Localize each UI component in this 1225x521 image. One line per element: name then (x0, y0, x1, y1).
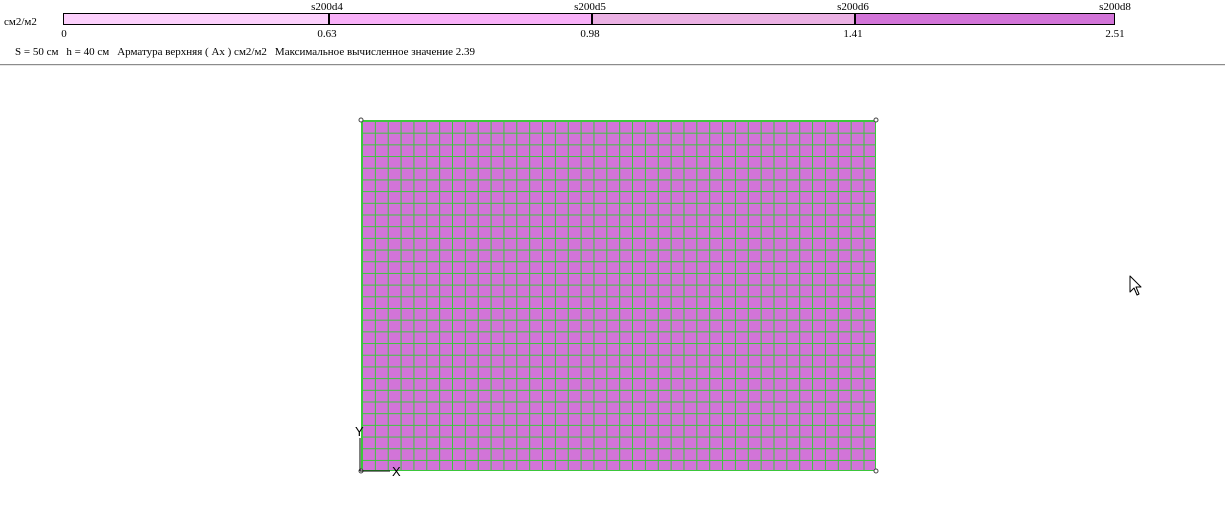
coordinate-axis: Y X (352, 422, 412, 482)
reinforcement-label: s200d8 (1099, 1, 1131, 13)
color-scale-bar (63, 13, 1115, 25)
result-info-line: S = 50 см h = 40 см Арматура верхняя ( A… (15, 46, 483, 58)
reinforcement-label: s200d6 (837, 1, 869, 13)
height-h-value: h = 40 см (66, 46, 110, 58)
thickness-s-value: S = 50 см (15, 46, 59, 58)
corner-node (873, 117, 879, 123)
scale-segment-1 (64, 14, 328, 24)
corner-node (358, 117, 364, 123)
reinforcement-label: s200d5 (574, 1, 606, 13)
mouse-cursor-icon (1129, 275, 1143, 302)
scale-segment-2 (328, 14, 591, 24)
plate-mesh[interactable] (361, 120, 876, 471)
result-type-label: Арматура верхняя ( Ax ) см2/м2 (117, 46, 267, 58)
axis-y-label: Y (355, 424, 364, 439)
corner-node (873, 468, 879, 474)
header-divider (0, 64, 1225, 66)
scale-value-label: 0.63 (317, 28, 337, 40)
scale-value-label: 1.41 (843, 28, 863, 40)
scale-value-label: 0.98 (580, 28, 600, 40)
reinforcement-label: s200d4 (311, 1, 343, 13)
units-label: см2/м2 (4, 16, 37, 28)
max-value-label: Максимальное вычисленное значение 2.39 (274, 46, 475, 58)
scale-segment-4 (854, 14, 1114, 24)
scale-value-label: 2.51 (1105, 28, 1125, 40)
axis-x-label: X (392, 464, 401, 479)
scale-segment-3 (591, 14, 854, 24)
scale-value-label: 0 (61, 28, 67, 40)
